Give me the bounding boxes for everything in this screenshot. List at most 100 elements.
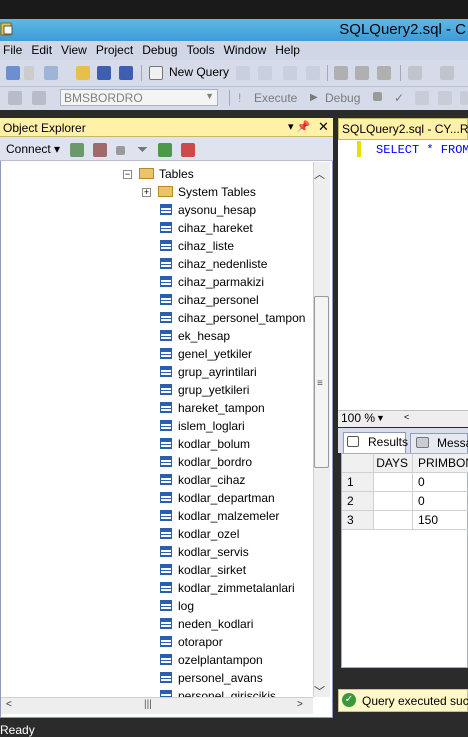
tree-node-table[interactable]: grup_ayrintilari: [1, 363, 313, 381]
tree-node-table[interactable]: genel_yetkiler: [1, 345, 313, 363]
grid-cell[interactable]: [374, 511, 413, 530]
grid-cell[interactable]: [374, 473, 413, 492]
connect-server-icon[interactable]: [70, 143, 84, 157]
dmx-query-icon[interactable]: [306, 66, 320, 80]
results-grid[interactable]: DAYS PRIMBONU 1 0 2 0 3 150: [341, 453, 468, 668]
dropdown-pin-icon[interactable]: ▾ 📌: [288, 120, 310, 133]
tree-node-table[interactable]: kodlar_bordro: [1, 453, 313, 471]
tree-node-table[interactable]: cihaz_nedenliste: [1, 255, 313, 273]
connect-icon[interactable]: [8, 91, 22, 105]
new-query-icon[interactable]: [149, 66, 163, 80]
menu-project[interactable]: Project: [93, 41, 139, 57]
parse-icon[interactable]: ✓: [394, 91, 404, 105]
execute-button[interactable]: Execute: [254, 91, 297, 105]
tree-node-table[interactable]: log: [1, 597, 313, 615]
tree-node-table[interactable]: kodlar_bolum: [1, 435, 313, 453]
menu-debug[interactable]: Debug: [139, 41, 183, 57]
query-options-icon[interactable]: [438, 91, 452, 105]
tree-node-table[interactable]: personel_giriscikis: [1, 687, 313, 697]
column-header-days[interactable]: DAYS: [374, 454, 413, 473]
tree-node-table[interactable]: islem_loglari: [1, 417, 313, 435]
copy-icon[interactable]: [355, 66, 369, 80]
tree-node-table[interactable]: cihaz_hareket: [1, 219, 313, 237]
collapse-icon[interactable]: −: [123, 170, 132, 179]
grid-cell[interactable]: 150: [413, 511, 468, 530]
intellisense-icon[interactable]: [460, 91, 468, 105]
database-select[interactable]: BMSBORDRO ▼: [60, 89, 218, 106]
stop-icon[interactable]: [116, 146, 125, 155]
stop-icon[interactable]: [373, 92, 382, 101]
chevron-down-icon[interactable]: ▼: [376, 413, 385, 423]
scroll-down-icon[interactable]: ﹀: [314, 683, 325, 699]
tree-node-table[interactable]: kodlar_zimmetalanlari: [1, 579, 313, 597]
filter-icon[interactable]: ⏷: [137, 141, 148, 158]
dropdown-icon[interactable]: [24, 66, 34, 80]
save-all-icon[interactable]: [119, 66, 133, 80]
grid-cell[interactable]: 0: [413, 492, 468, 511]
scroll-up-icon[interactable]: ︿: [314, 166, 325, 182]
tree-node-table[interactable]: kodlar_sirket: [1, 561, 313, 579]
tree-node-table[interactable]: cihaz_parmakizi: [1, 273, 313, 291]
new-project-icon[interactable]: [6, 66, 20, 80]
cut-icon[interactable]: [334, 66, 348, 80]
add-item-icon[interactable]: [44, 66, 58, 80]
save-icon[interactable]: [97, 66, 111, 80]
scroll-left-icon[interactable]: <: [6, 699, 12, 710]
debug-button[interactable]: Debug: [325, 91, 360, 105]
tree-node-tables[interactable]: − Tables: [1, 165, 313, 183]
debug-icon: ▶: [310, 92, 318, 103]
menu-file[interactable]: File: [0, 41, 28, 57]
tree-node-table[interactable]: cihaz_liste: [1, 237, 313, 255]
tree-node-table[interactable]: otorapor: [1, 633, 313, 651]
tree-node-table[interactable]: kodlar_servis: [1, 543, 313, 561]
tree-node-table[interactable]: personel_avans: [1, 669, 313, 687]
display-plan-icon[interactable]: [415, 91, 429, 105]
row-number[interactable]: 1: [342, 473, 374, 492]
grid-cell[interactable]: [374, 492, 413, 511]
tree-node-table[interactable]: grup_yetkileri: [1, 381, 313, 399]
analysis-query-icon[interactable]: [258, 66, 272, 80]
grid-cell[interactable]: 0: [413, 473, 468, 492]
zoom-level[interactable]: 100 %: [341, 411, 375, 425]
open-folder-icon[interactable]: [76, 66, 90, 80]
paste-icon[interactable]: [377, 66, 391, 80]
xmla-query-icon[interactable]: [283, 66, 297, 80]
tree-node-table[interactable]: kodlar_departman: [1, 489, 313, 507]
change-margin: [357, 141, 361, 157]
tree-node-system-tables[interactable]: + System Tables: [1, 183, 313, 201]
tree-node-table[interactable]: aysonu_hesap: [1, 201, 313, 219]
menu-edit[interactable]: Edit: [28, 41, 58, 57]
disconnect-icon[interactable]: [93, 143, 107, 157]
menu-view[interactable]: View: [58, 41, 93, 57]
summary-icon[interactable]: [181, 143, 195, 157]
menu-window[interactable]: Window: [221, 41, 273, 57]
scroll-left-icon[interactable]: <: [404, 412, 409, 422]
tree-node-table[interactable]: kodlar_cihaz: [1, 471, 313, 489]
tree-node-table[interactable]: cihaz_personel: [1, 291, 313, 309]
tree-node-table[interactable]: cihaz_personel_tampon: [1, 309, 313, 327]
tree-node-table[interactable]: hareket_tampon: [1, 399, 313, 417]
row-number[interactable]: 3: [342, 511, 374, 530]
undo-icon[interactable]: [408, 66, 422, 80]
db-query-icon[interactable]: [236, 66, 250, 80]
menu-help[interactable]: Help: [272, 41, 306, 57]
expand-icon[interactable]: +: [142, 188, 151, 197]
column-header-primbonu[interactable]: PRIMBONU: [413, 454, 468, 473]
sql-editor[interactable]: [338, 140, 468, 410]
close-icon[interactable]: ✕: [318, 119, 329, 135]
change-connection-icon[interactable]: [32, 91, 46, 105]
redo-icon[interactable]: [440, 66, 454, 80]
tree-node-table[interactable]: neden_kodlari: [1, 615, 313, 633]
tree-node-table[interactable]: ozelplantampon: [1, 651, 313, 669]
new-query-button[interactable]: New Query: [169, 65, 229, 79]
tree-node-table[interactable]: kodlar_ozel: [1, 525, 313, 543]
sql-text[interactable]: SELECT * FROM: [376, 143, 468, 157]
tree-node-table[interactable]: kodlar_malzemeler: [1, 507, 313, 525]
tree-node-table[interactable]: ek_hesap: [1, 327, 313, 345]
refresh-icon[interactable]: [158, 143, 172, 157]
horizontal-scrollbar[interactable]: [1, 697, 313, 714]
menu-tools[interactable]: Tools: [184, 41, 221, 57]
scroll-right-icon[interactable]: >: [297, 699, 303, 710]
row-number[interactable]: 2: [342, 492, 374, 511]
connect-button[interactable]: Connect ▾: [6, 142, 60, 156]
